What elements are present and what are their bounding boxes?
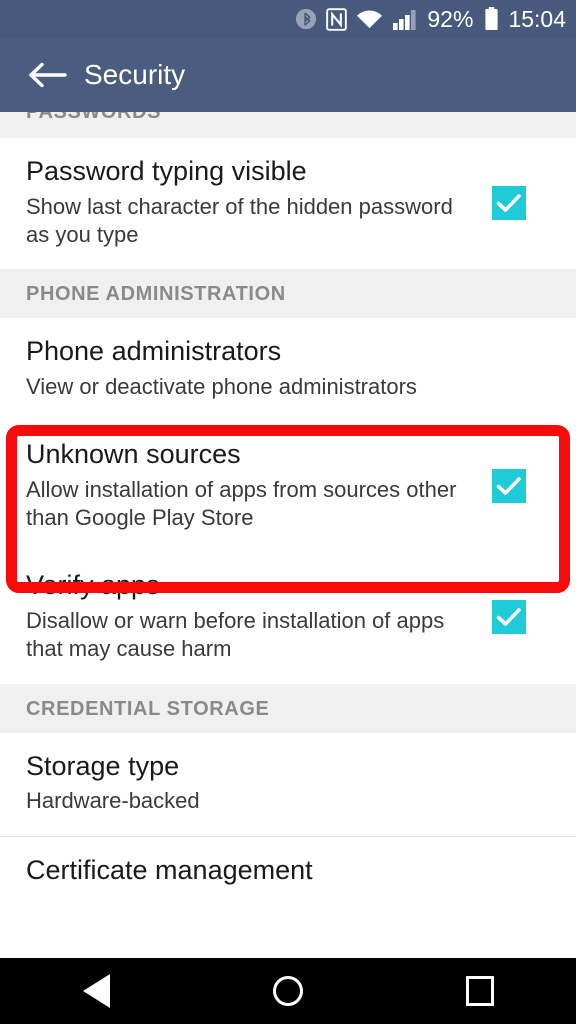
setting-subtitle: Hardware-backed (26, 788, 200, 814)
home-circle-icon (273, 976, 303, 1006)
status-bar-icons: 92% 15:04 (295, 6, 566, 33)
recents-square-icon (466, 976, 494, 1006)
setting-row-verify-apps[interactable]: Verify apps Disallow or warn before inst… (0, 552, 576, 684)
nav-recents-button[interactable] (432, 958, 528, 1024)
row-text: Password typing visible Show last charac… (26, 156, 492, 249)
row-text: Unknown sources Allow installation of ap… (26, 439, 492, 532)
setting-subtitle: View or deactivate phone administrators (26, 374, 417, 400)
status-bar-clock: 15:04 (508, 5, 566, 32)
highlighted-setting-wrapper: Unknown sources Allow installation of ap… (0, 421, 576, 594)
back-arrow-icon[interactable] (18, 60, 76, 90)
nfc-icon (326, 7, 348, 31)
bluetooth-icon (295, 8, 317, 30)
row-text: Storage type Hardware-backed (26, 751, 550, 816)
nav-home-button[interactable] (240, 958, 336, 1024)
phone-screen: 92% 15:04 Security PASSWORDS Password ty… (0, 0, 576, 1024)
section-header-phone-administration: PHONE ADMINISTRATION (0, 269, 576, 319)
checkbox-verify-apps[interactable] (492, 599, 526, 634)
battery-icon (484, 7, 499, 31)
back-triangle-icon (82, 974, 110, 1008)
wifi-icon (356, 9, 383, 30)
section-header-credential-storage: CREDENTIAL STORAGE (0, 683, 576, 733)
setting-title: Password typing visible (26, 156, 307, 186)
setting-row-password-typing-visible[interactable]: Password typing visible Show last charac… (0, 138, 576, 270)
setting-subtitle: Disallow or warn before installation of … (26, 608, 445, 662)
android-navigation-bar (0, 958, 576, 1024)
row-text: Certificate management (26, 855, 550, 887)
cellular-signal-icon (392, 9, 418, 30)
setting-title: Storage type (26, 750, 180, 781)
row-text: Verify apps Disallow or warn before inst… (26, 570, 492, 663)
checkbox-password-typing-visible[interactable] (492, 185, 526, 220)
setting-row-phone-administrators[interactable]: Phone administrators View or deactivate … (0, 318, 576, 422)
app-toolbar: Security (0, 38, 576, 112)
page-title: Security (84, 59, 186, 90)
section-header-passwords: PASSWORDS (0, 112, 576, 138)
settings-list[interactable]: PASSWORDS Password typing visible Show l… (0, 112, 576, 958)
setting-title: Verify apps (26, 570, 160, 601)
setting-row-unknown-sources[interactable]: Unknown sources Allow installation of ap… (0, 421, 576, 553)
checkbox-unknown-sources[interactable] (492, 468, 526, 503)
setting-title: Unknown sources (26, 439, 241, 470)
setting-row-certificate-management[interactable]: Certificate management (0, 836, 576, 907)
row-text: Phone administrators View or deactivate … (26, 336, 550, 401)
status-bar: 92% 15:04 (0, 0, 576, 38)
battery-percent-label: 92% (427, 5, 474, 32)
setting-title: Phone administrators (26, 336, 282, 367)
setting-title: Certificate management (26, 854, 313, 885)
nav-back-button[interactable] (48, 958, 144, 1024)
setting-row-storage-type[interactable]: Storage type Hardware-backed (0, 732, 576, 836)
setting-subtitle: Allow installation of apps from sources … (26, 477, 457, 531)
setting-subtitle: Show last character of the hidden passwo… (26, 193, 453, 248)
